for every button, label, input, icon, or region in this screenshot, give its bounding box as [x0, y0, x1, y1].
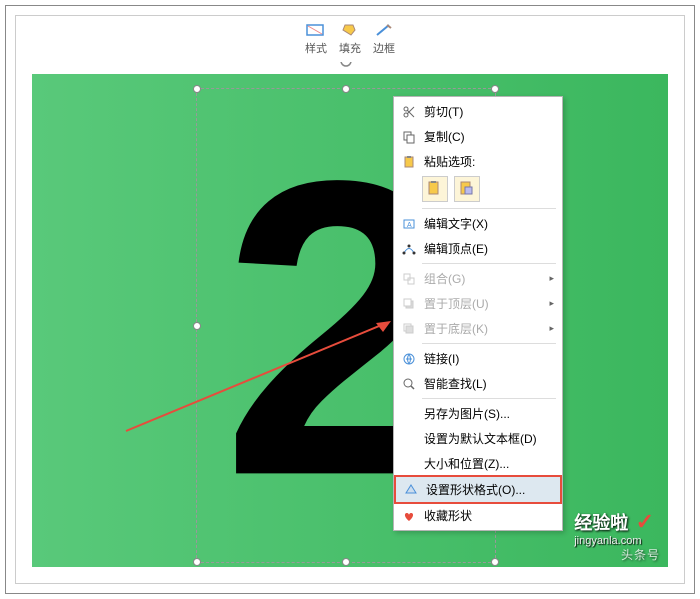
menu-favorite-shape-label: 收藏形状	[424, 507, 554, 524]
format-shape-icon	[402, 482, 420, 498]
fill-button[interactable]: 填充	[337, 20, 363, 58]
style-label: 样式	[305, 40, 327, 56]
menu-save-as-picture-label: 另存为图片(S)...	[424, 405, 554, 422]
paste-picture[interactable]	[454, 176, 480, 202]
watermark-source: 头条号	[621, 546, 660, 563]
edit-points-icon	[400, 241, 418, 257]
menu-bring-front-label: 置于顶层(U)	[424, 295, 545, 312]
paste-icon	[400, 154, 418, 170]
link-icon	[400, 351, 418, 367]
handle-bot-mid[interactable]	[342, 558, 350, 566]
menu-paste-label: 粘贴选项:	[424, 153, 554, 170]
border-label: 边框	[373, 40, 395, 56]
search-icon	[400, 376, 418, 392]
copy-icon	[400, 129, 418, 145]
menu-copy-label: 复制(C)	[424, 128, 554, 145]
mini-toolbar: 样式 填充 边框	[297, 16, 403, 62]
check-icon: ✓	[636, 509, 654, 534]
menu-group-label: 组合(G)	[424, 270, 545, 287]
send-back-icon	[400, 321, 418, 337]
menu-smart-lookup[interactable]: 智能查找(L)	[394, 371, 562, 396]
handle-bot-left[interactable]	[193, 558, 201, 566]
paste-keep-source[interactable]	[422, 176, 448, 202]
menu-edit-points-label: 编辑顶点(E)	[424, 240, 554, 257]
blank-icon	[400, 456, 418, 472]
menu-set-default-textbox-label: 设置为默认文本框(D)	[424, 430, 554, 447]
menu-bring-front: 置于顶层(U) ▸	[394, 291, 562, 316]
menu-smart-lookup-label: 智能查找(L)	[424, 375, 554, 392]
bring-front-icon	[400, 296, 418, 312]
chevron-right-icon: ▸	[549, 323, 554, 334]
separator	[422, 398, 556, 399]
menu-send-back-label: 置于底层(K)	[424, 320, 545, 337]
watermark-url: jingyanla.com	[574, 535, 654, 547]
handle-top-mid[interactable]	[342, 85, 350, 93]
menu-size-position-label: 大小和位置(Z)...	[424, 455, 554, 472]
menu-save-as-picture[interactable]: 另存为图片(S)...	[394, 401, 562, 426]
separator	[422, 343, 556, 344]
heart-icon	[400, 508, 418, 524]
menu-group: 组合(G) ▸	[394, 266, 562, 291]
style-button[interactable]: 样式	[303, 20, 329, 58]
menu-edit-points[interactable]: 编辑顶点(E)	[394, 236, 562, 261]
separator	[422, 208, 556, 209]
edit-text-icon: A	[400, 216, 418, 232]
svg-text:A: A	[407, 222, 412, 229]
fill-icon	[340, 22, 360, 38]
paste-options-row	[394, 174, 562, 206]
watermark-brand: 经验啦 ✓ jingyanla.com	[574, 509, 654, 547]
fill-label: 填充	[339, 40, 361, 56]
watermark-source-text: 头条号	[621, 548, 660, 562]
inner-frame: 样式 填充 边框 2	[15, 15, 685, 584]
handle-top-right[interactable]	[491, 85, 499, 93]
separator	[422, 263, 556, 264]
menu-copy[interactable]: 复制(C)	[394, 124, 562, 149]
menu-size-position[interactable]: 大小和位置(Z)...	[394, 451, 562, 476]
border-button[interactable]: 边框	[371, 20, 397, 58]
blank-icon	[400, 431, 418, 447]
menu-edit-text[interactable]: A 编辑文字(X)	[394, 211, 562, 236]
blank-icon	[400, 406, 418, 422]
menu-favorite-shape[interactable]: 收藏形状	[394, 503, 562, 528]
style-icon	[306, 22, 326, 38]
scissors-icon	[400, 104, 418, 120]
chevron-right-icon: ▸	[549, 298, 554, 309]
menu-format-shape[interactable]: 设置形状格式(O)...	[394, 475, 562, 504]
menu-link-label: 链接(I)	[424, 350, 554, 367]
menu-paste-options: 粘贴选项:	[394, 149, 562, 174]
handle-top-left[interactable]	[193, 85, 201, 93]
context-menu: 剪切(T) 复制(C) 粘贴选项: A 编辑文	[393, 96, 563, 531]
group-icon	[400, 271, 418, 287]
watermark-brand-text: 经验啦	[574, 513, 628, 533]
menu-send-back: 置于底层(K) ▸	[394, 316, 562, 341]
menu-link[interactable]: 链接(I)	[394, 346, 562, 371]
border-icon	[374, 22, 394, 38]
handle-bot-right[interactable]	[491, 558, 499, 566]
menu-set-default-textbox[interactable]: 设置为默认文本框(D)	[394, 426, 562, 451]
menu-edit-text-label: 编辑文字(X)	[424, 215, 554, 232]
menu-cut[interactable]: 剪切(T)	[394, 99, 562, 124]
chevron-right-icon: ▸	[549, 273, 554, 284]
menu-format-shape-label: 设置形状格式(O)...	[426, 481, 552, 498]
handle-mid-left[interactable]	[193, 322, 201, 330]
menu-cut-label: 剪切(T)	[424, 103, 554, 120]
